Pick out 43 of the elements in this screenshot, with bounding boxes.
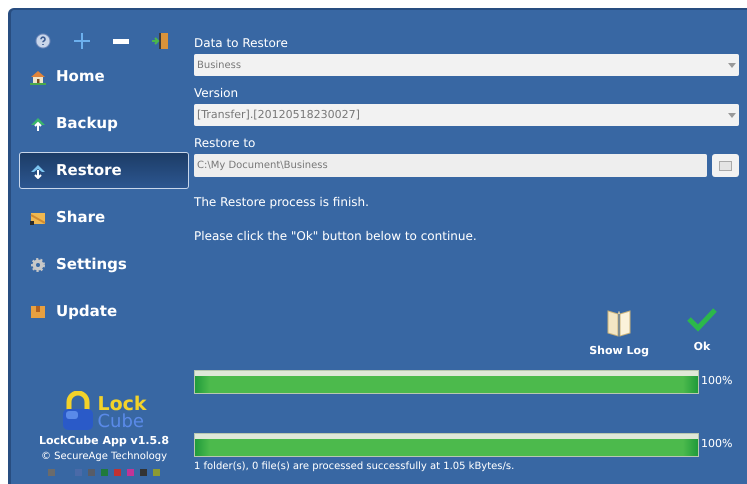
nav-item[interactable]: Share (19, 199, 189, 236)
checkmark-icon (687, 307, 717, 333)
data-dropdown[interactable]: Business (194, 54, 739, 76)
field-label: Restore to (194, 135, 256, 152)
folder-icon (719, 160, 732, 170)
dropdown-arrow-icon (728, 112, 736, 118)
theme-swatch[interactable] (127, 469, 134, 476)
theme-swatch[interactable] (88, 469, 95, 476)
padlock-icon (61, 390, 96, 430)
theme-swatch[interactable] (114, 469, 121, 476)
package-icon (30, 304, 46, 320)
logo-word: Lock (97, 394, 147, 412)
restore-path-field[interactable]: C:\My Document\Business (194, 154, 707, 177)
house-icon (30, 68, 46, 84)
nav-item[interactable]: Restore (19, 152, 189, 189)
status-message: The Restore process is finish. (194, 194, 370, 211)
field-label: Version (194, 85, 240, 102)
theme-swatch[interactable] (153, 469, 160, 476)
nav-item[interactable]: Backup (19, 105, 189, 142)
field-label: Data to Restore (194, 35, 289, 52)
logo-word: Cube (97, 412, 145, 430)
show-log-button[interactable]: Show Log (589, 307, 649, 360)
exit-door-icon[interactable] (151, 32, 169, 50)
nav-item[interactable]: Home (19, 58, 189, 95)
copyright: © SecureAge Technology (40, 450, 168, 464)
progress-percent: 100% (701, 373, 734, 390)
dropdown-arrow-icon (728, 62, 736, 68)
minus-icon[interactable] (113, 38, 129, 44)
version-dropdown[interactable]: [Transfer].[20120518230027] (194, 104, 739, 126)
app-version: LockCube App v1.5.8 (38, 432, 170, 448)
ok-button[interactable]: Ok (687, 307, 717, 360)
theme-swatch[interactable] (140, 469, 147, 476)
add-icon[interactable] (73, 32, 91, 50)
theme-swatch[interactable] (48, 469, 55, 476)
nav-item[interactable]: Settings (19, 246, 189, 283)
status-message: Please click the "Ok" button below to continue. (194, 228, 478, 245)
theme-swatch[interactable] (101, 469, 108, 476)
transfer-summary: 1 folder(s), 0 file(s) are processed successfully at 1.05 kBytes/s. (194, 460, 516, 474)
browse-button[interactable] (712, 154, 739, 177)
gear-icon (30, 256, 46, 272)
nav-item[interactable]: Update (19, 293, 189, 330)
progress-percent: 100% (701, 436, 734, 452)
help-icon[interactable] (35, 33, 51, 49)
